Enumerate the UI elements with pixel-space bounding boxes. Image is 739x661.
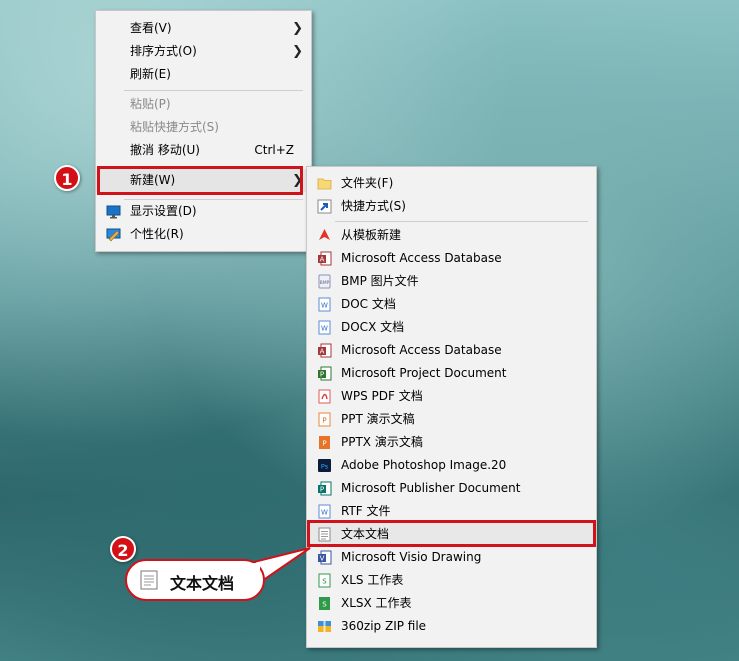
text-document-icon — [140, 570, 158, 590]
callout-seam — [240, 563, 260, 581]
callout-label: 文本文档 — [170, 574, 235, 593]
callout-pointer — [248, 547, 311, 583]
